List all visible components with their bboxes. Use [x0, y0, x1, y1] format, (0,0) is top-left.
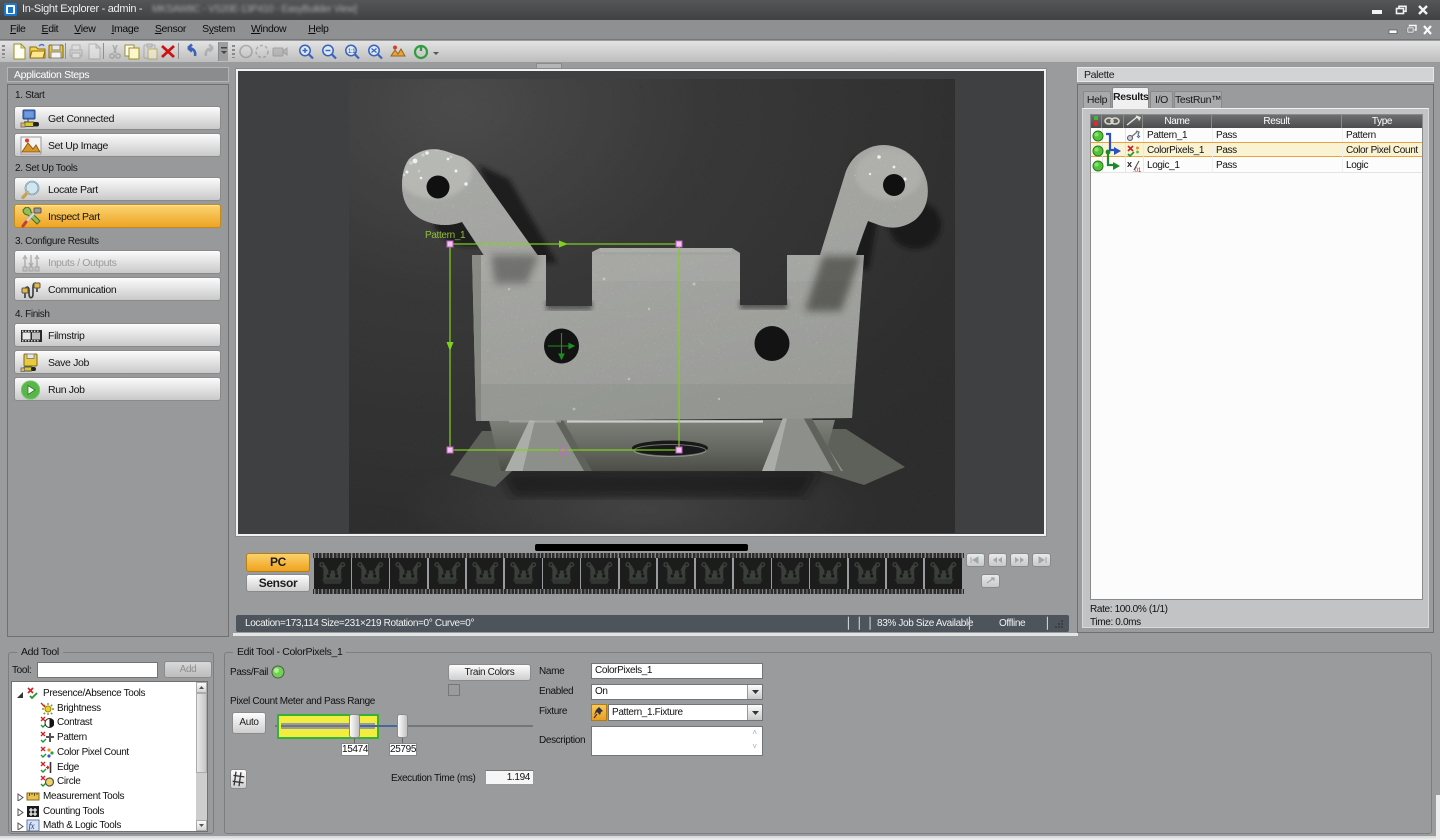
- svg-text:Pattern_1: Pattern_1: [425, 230, 466, 241]
- svg-text:1:1: 1:1: [348, 49, 356, 55]
- svg-text:x: x: [1127, 159, 1132, 169]
- svg-text:fx: fx: [29, 821, 35, 831]
- svg-text:.01: .01: [1133, 167, 1142, 173]
